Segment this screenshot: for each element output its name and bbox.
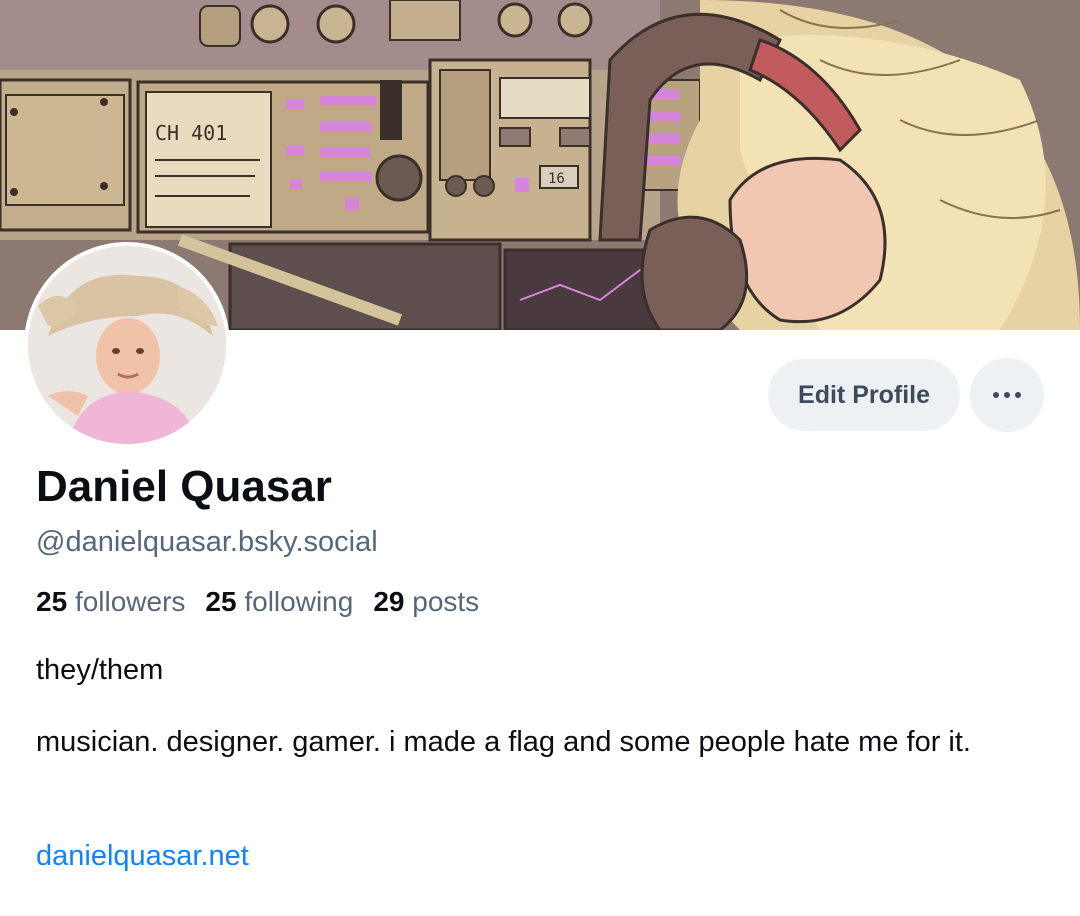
following-count: 25 xyxy=(205,586,237,617)
followers-label: followers xyxy=(74,586,186,617)
avatar[interactable] xyxy=(24,242,230,448)
ellipsis-icon xyxy=(993,392,999,398)
posts-stat: 29 posts xyxy=(373,586,479,618)
display-name: Daniel Quasar xyxy=(36,462,332,511)
ellipsis-icon xyxy=(1004,392,1010,398)
ellipsis-icon xyxy=(1015,392,1021,398)
profile-stats: 25 followers 25 following 29 posts xyxy=(36,586,479,618)
avatar-image xyxy=(28,246,226,444)
followers-stat[interactable]: 25 followers xyxy=(36,586,185,618)
banner-small-text: 16 xyxy=(548,171,565,187)
posts-label: posts xyxy=(412,586,480,617)
website-link[interactable]: danielquasar.net xyxy=(36,840,249,873)
bio-pronouns: they/them xyxy=(36,654,164,686)
profile-handle: @danielquasar.bsky.social xyxy=(36,526,378,558)
followers-count: 25 xyxy=(36,586,68,617)
banner-channel-text: CH 401 xyxy=(155,121,227,145)
following-label: following xyxy=(244,586,354,617)
profile-bio: they/them musician. designer. gamer. i m… xyxy=(36,652,1046,796)
profile-actions: Edit Profile xyxy=(768,358,1044,432)
posts-count: 29 xyxy=(373,586,405,617)
more-options-button[interactable] xyxy=(970,358,1044,432)
bio-description: musician. designer. gamer. i made a flag… xyxy=(36,726,971,758)
edit-profile-button[interactable]: Edit Profile xyxy=(768,359,960,431)
following-stat[interactable]: 25 following xyxy=(205,586,353,618)
